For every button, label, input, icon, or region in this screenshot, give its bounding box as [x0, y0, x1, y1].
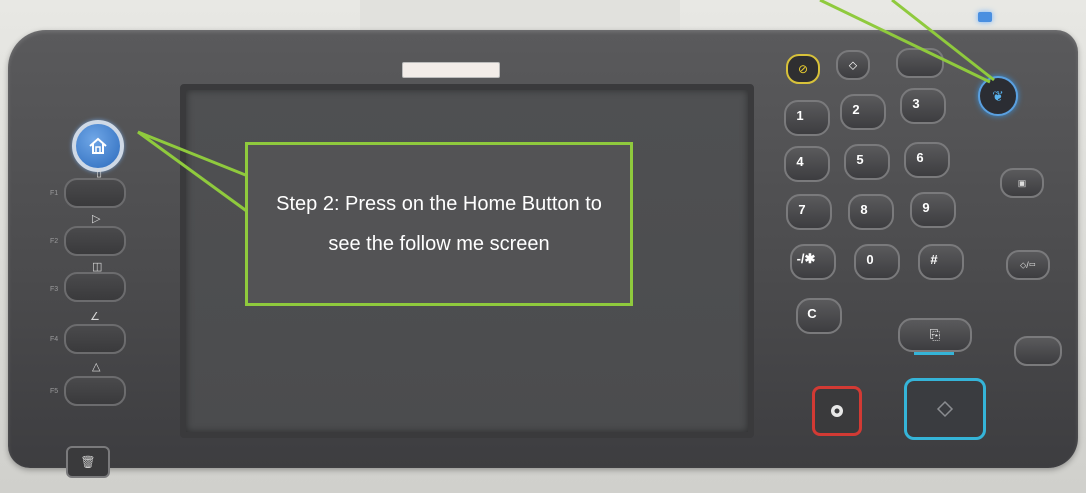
reset-button[interactable]: ⊘	[786, 54, 820, 84]
function-button-2[interactable]	[64, 226, 126, 256]
function-button-5[interactable]	[64, 376, 126, 406]
home-button[interactable]	[72, 120, 124, 172]
slash-icon: ⊘	[797, 62, 809, 76]
function-tag-5: F5	[50, 388, 59, 395]
key-2[interactable]: 2	[840, 94, 886, 130]
counter-icon: ▣	[1017, 177, 1027, 188]
brand-label	[402, 62, 500, 78]
key-0[interactable]: 0	[854, 244, 900, 280]
leaf-icon: ❦	[992, 87, 1004, 104]
function-tag-4: F4	[50, 336, 59, 343]
key-star[interactable]: -/✱	[790, 244, 836, 280]
home-icon	[89, 137, 107, 154]
document-icon: ⎘	[929, 327, 941, 342]
login-button[interactable]: ⬦	[836, 50, 870, 80]
function-tag-3: F3	[50, 286, 59, 293]
eco-button[interactable]: ❦	[978, 76, 1018, 116]
key-4[interactable]: 4	[784, 146, 830, 182]
stop-button[interactable]	[812, 386, 862, 436]
function-tag-1: F1	[50, 190, 59, 197]
function-button-3[interactable]	[64, 272, 126, 302]
key-7[interactable]: 7	[786, 194, 832, 230]
key-1[interactable]: 1	[784, 100, 830, 136]
id-card-icon: ⬦/▭	[1019, 259, 1036, 270]
function-icon: ∠	[90, 311, 100, 323]
key-clear[interactable]: C	[796, 298, 842, 334]
id-card-button[interactable]: ⬦/▭	[1006, 250, 1050, 280]
function-button-4[interactable]	[64, 324, 126, 354]
stop-icon	[831, 405, 843, 417]
key-9[interactable]: 9	[910, 192, 956, 228]
diamond-arrow-icon: ⬦	[848, 57, 858, 72]
blank-top-button[interactable]	[896, 48, 944, 78]
job-status-button[interactable]: ⎘	[898, 318, 972, 355]
key-6[interactable]: 6	[904, 142, 950, 178]
start-button[interactable]	[904, 378, 986, 440]
power-led	[978, 12, 992, 22]
trash-icon: 🗑	[80, 455, 96, 469]
key-hash[interactable]: #	[918, 244, 964, 280]
counter-button[interactable]: ▣	[1000, 168, 1044, 198]
function-icon: ▷	[92, 213, 101, 225]
function-tag-2: F2	[50, 238, 59, 245]
key-3[interactable]: 3	[900, 88, 946, 124]
trash-button[interactable]: 🗑	[66, 446, 110, 478]
key-5[interactable]: 5	[844, 144, 890, 180]
key-8[interactable]: 8	[848, 194, 894, 230]
function-button-1[interactable]	[64, 178, 126, 208]
start-icon	[936, 400, 954, 418]
blank-side-button[interactable]	[1014, 336, 1062, 366]
function-icon: △	[92, 361, 101, 373]
instruction-callout: Step 2: Press on the Home Button to see …	[245, 142, 633, 306]
